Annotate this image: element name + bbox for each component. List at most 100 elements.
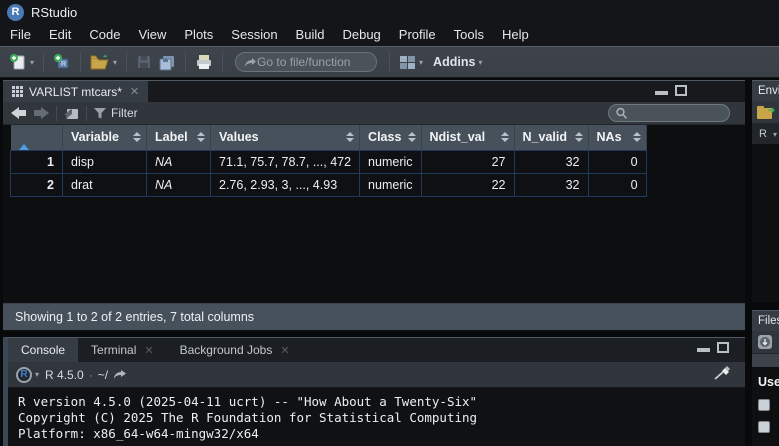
menu-code[interactable]: Code <box>80 24 129 46</box>
file-checkbox[interactable] <box>758 399 770 411</box>
table-search-box[interactable] <box>608 104 730 122</box>
panes-grid-icon <box>399 55 416 70</box>
data-grid-icon <box>12 86 23 97</box>
files-path-label: User <box>752 367 779 389</box>
svg-text:R: R <box>61 61 66 68</box>
chevron-down-icon: ▾ <box>113 58 117 67</box>
main-toolbar: ▾ R ▾ <box>0 46 779 78</box>
varlist-table: Variable Label Values Class Ndist_val N_… <box>10 125 647 197</box>
open-folder-icon <box>90 54 110 70</box>
col-nas[interactable]: NAs <box>588 125 646 150</box>
console-toolbar: R ▾ R 4.5.0 · ~/ <box>8 362 745 388</box>
table-row[interactable]: 2 drat NA 2.76, 2.93, 3, ..., 4.93 numer… <box>11 173 647 196</box>
console-line: Copyright (C) 2025 The R Foundation for … <box>18 410 477 425</box>
search-icon <box>615 107 628 120</box>
console-pane: Console Terminal ✕ Background Jobs ✕ R ▾ <box>3 337 745 446</box>
forward-arrow-icon[interactable] <box>33 107 49 119</box>
menu-debug[interactable]: Debug <box>333 24 389 46</box>
sort-icon <box>501 132 509 142</box>
environment-toolbar: ➜ <box>752 101 779 124</box>
filter-button[interactable]: Filter <box>111 106 138 120</box>
working-directory[interactable]: ~/ <box>98 368 108 382</box>
save-all-icon <box>158 54 176 71</box>
table-status-text: Showing 1 to 2 of 2 entries, 7 total col… <box>3 303 745 330</box>
new-folder-icon[interactable] <box>757 334 773 350</box>
menu-tools[interactable]: Tools <box>445 24 493 46</box>
clear-console-broom-icon[interactable] <box>713 365 731 381</box>
table-search-input[interactable] <box>628 107 718 119</box>
sort-icon <box>197 132 205 142</box>
r-version-label[interactable]: R 4.5.0 <box>45 368 84 382</box>
open-file-button[interactable]: ▾ <box>87 50 120 74</box>
table-row[interactable]: 1 disp NA 71.1, 75.7, 78.7, ..., 472 num… <box>11 150 647 173</box>
col-values[interactable]: Values <box>211 125 360 150</box>
workspace: VARLIST mtcars* ✕ <box>0 78 779 446</box>
menu-plots[interactable]: Plots <box>175 24 222 46</box>
tab-environment[interactable]: Environment <box>752 80 779 101</box>
col-label[interactable]: Label <box>147 125 211 150</box>
maximize-icon[interactable] <box>717 342 729 353</box>
popout-icon[interactable] <box>64 107 79 120</box>
maximize-icon[interactable] <box>675 85 687 96</box>
goto-directory-icon[interactable] <box>113 369 127 380</box>
environment-pane: Environment ➜ R ▾ <box>752 80 779 302</box>
col-ndist-val[interactable]: Ndist_val <box>421 125 514 150</box>
new-project-button[interactable]: R <box>50 50 74 74</box>
rownum-header[interactable] <box>11 125 63 150</box>
close-icon[interactable]: ✕ <box>280 344 289 357</box>
menu-help[interactable]: Help <box>493 24 538 46</box>
close-icon[interactable]: ✕ <box>144 344 153 357</box>
console-output[interactable]: R version 4.5.0 (2025-04-11 ucrt) -- "Ho… <box>8 388 745 446</box>
menubar: File Edit Code View Plots Session Build … <box>0 24 779 46</box>
menu-session[interactable]: Session <box>222 24 286 46</box>
close-icon[interactable]: ✕ <box>130 85 139 98</box>
new-file-button[interactable]: ▾ <box>6 50 37 74</box>
save-all-button[interactable] <box>155 50 179 74</box>
r-version-icon: R <box>16 367 32 383</box>
tab-console[interactable]: Console <box>8 338 78 362</box>
file-checkbox[interactable] <box>758 421 770 433</box>
sort-icon <box>408 132 416 142</box>
goto-file-box[interactable] <box>235 52 377 72</box>
addins-button[interactable]: Addins ▾ <box>426 50 485 74</box>
menu-file[interactable]: File <box>1 24 40 46</box>
tab-terminal[interactable]: Terminal ✕ <box>78 338 167 362</box>
col-n-valid[interactable]: N_valid <box>514 125 588 150</box>
console-line: R version 4.5.0 (2025-04-11 ucrt) -- "Ho… <box>18 394 477 409</box>
chevron-down-icon: ▾ <box>773 130 777 139</box>
save-button[interactable] <box>133 50 155 74</box>
menu-edit[interactable]: Edit <box>40 24 80 46</box>
menu-build[interactable]: Build <box>287 24 334 46</box>
minimize-icon[interactable] <box>697 348 710 352</box>
chevron-down-icon[interactable]: ▾ <box>35 370 39 379</box>
load-workspace-icon[interactable]: ➜ <box>757 106 774 119</box>
col-variable[interactable]: Variable <box>63 125 147 150</box>
minimize-icon[interactable] <box>655 91 668 95</box>
tab-background-jobs[interactable]: Background Jobs ✕ <box>167 338 303 362</box>
console-line: Platform: x86_64-w64-mingw32/x64 <box>18 426 259 441</box>
environment-body <box>752 144 779 302</box>
back-arrow-icon[interactable] <box>11 107 27 119</box>
menu-view[interactable]: View <box>129 24 175 46</box>
menu-profile[interactable]: Profile <box>390 24 445 46</box>
new-file-icon <box>9 53 27 71</box>
tab-files[interactable]: Files <box>752 310 779 331</box>
sorted-ascending-icon <box>19 130 29 150</box>
right-panel: Environment ➜ R ▾ Files <box>752 78 779 446</box>
table-header-row: Variable Label Values Class Ndist_val N_… <box>11 125 647 150</box>
goto-file-input[interactable] <box>257 55 367 69</box>
tab-varlist-mtcars[interactable]: VARLIST mtcars* ✕ <box>3 81 148 102</box>
rstudio-window: R RStudio File Edit Code View Plots Sess… <box>0 0 779 446</box>
sort-icon <box>346 132 354 142</box>
print-button[interactable] <box>192 50 216 74</box>
files-pane: Files User <box>752 310 779 446</box>
titlebar: R RStudio <box>0 0 779 24</box>
col-class[interactable]: Class <box>360 125 421 150</box>
viewer-toolbar: Filter <box>3 102 745 125</box>
goto-arrow-icon <box>244 57 257 68</box>
window-title: RStudio <box>31 5 77 20</box>
filter-funnel-icon[interactable] <box>94 108 106 119</box>
environment-r-dropdown[interactable]: R ▾ <box>752 124 779 144</box>
rstudio-logo-icon: R <box>7 4 24 21</box>
panes-layout-button[interactable]: ▾ <box>396 50 426 74</box>
